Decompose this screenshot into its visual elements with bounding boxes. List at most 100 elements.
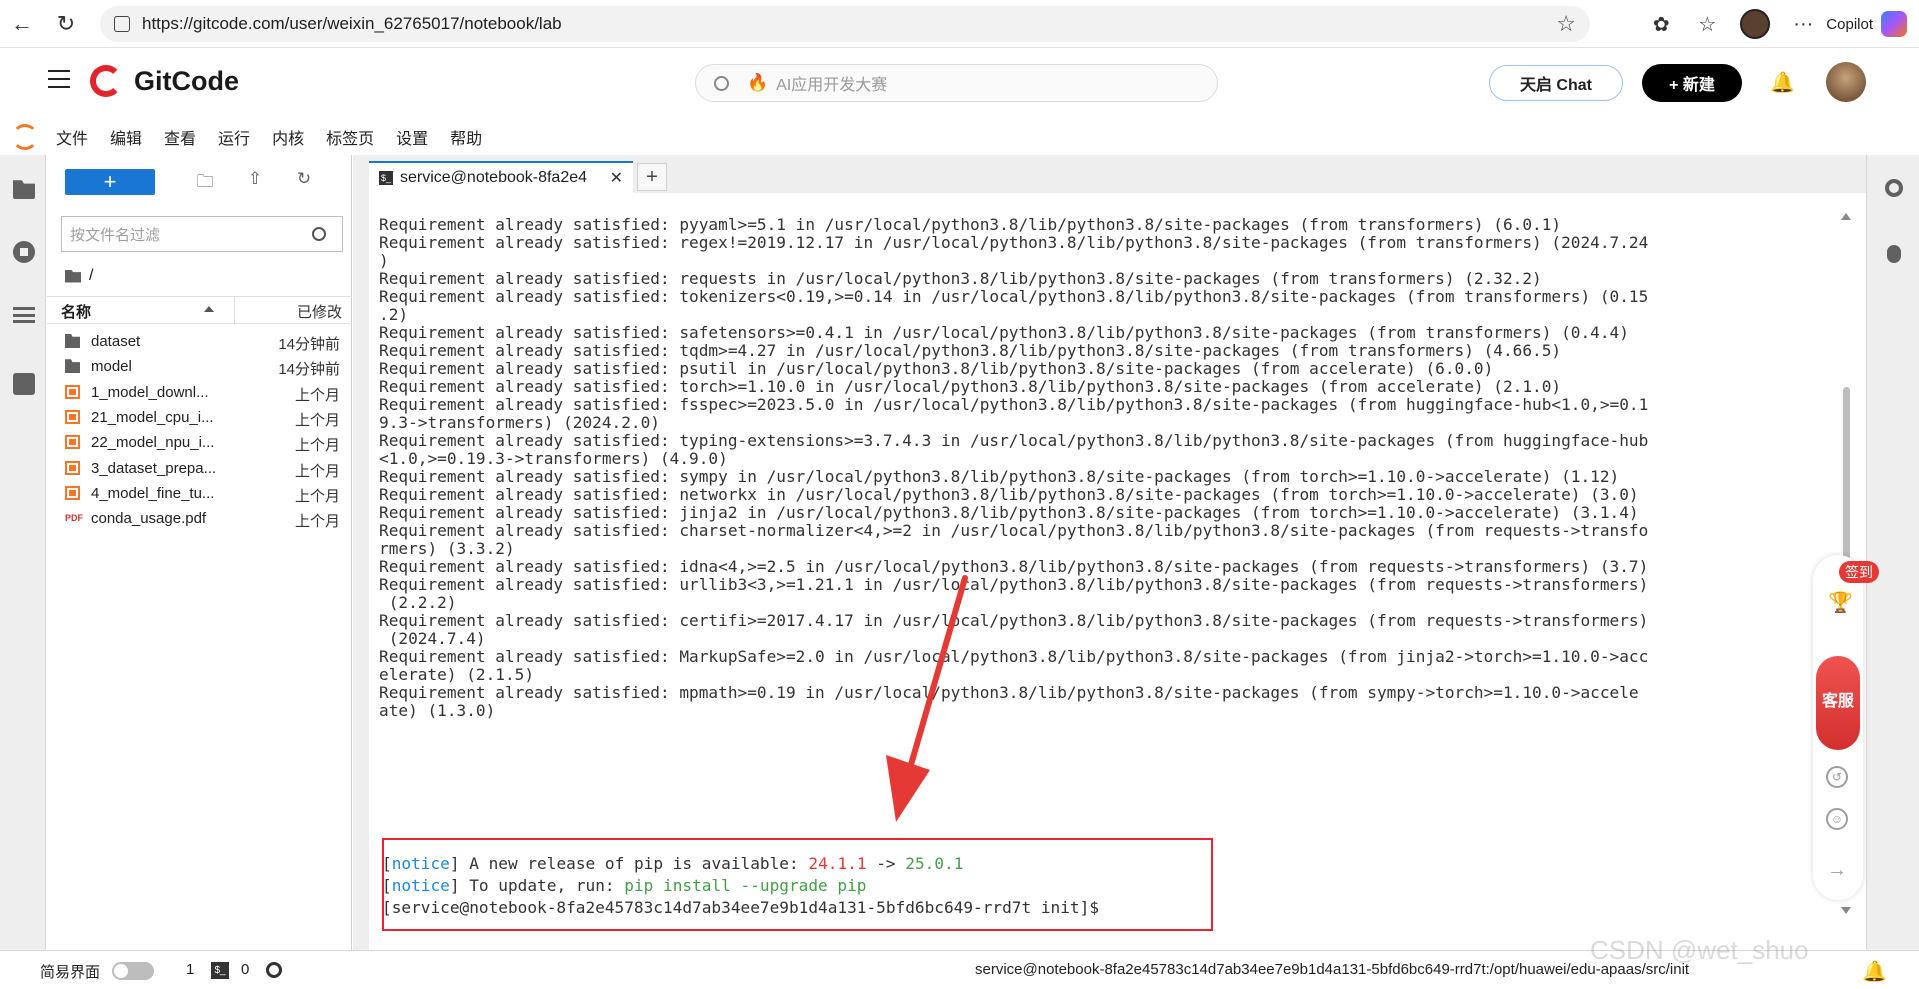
notification-bell-icon[interactable]: 🔔 (1770, 70, 1795, 95)
search-placeholder: AI应用开发大赛 (776, 77, 888, 94)
tianqi-chat-label: 天启 Chat (1519, 77, 1592, 94)
terminal-line: Requirement already satisfied: jinja2 in… (379, 503, 1639, 522)
feedback-smile-icon[interactable]: ☺ (1826, 808, 1848, 830)
menu-run[interactable]: 运行 (218, 125, 250, 149)
terminal-line: Requirement already satisfied: regex!=20… (379, 233, 1649, 252)
user-avatar[interactable] (1826, 62, 1866, 102)
menu-edit[interactable]: 编辑 (110, 125, 142, 149)
extensions-icon[interactable]: ✿ (1638, 12, 1684, 37)
new-launcher-button[interactable]: + (65, 169, 155, 195)
new-button[interactable]: + 新建 (1642, 64, 1742, 102)
column-modified[interactable]: 已修改 (297, 301, 342, 322)
add-tab-button[interactable]: + (637, 163, 667, 191)
arrow-shaft (905, 575, 968, 778)
gitcode-logo-icon[interactable] (90, 65, 122, 97)
folder-icon (65, 269, 81, 283)
refresh-icon[interactable]: ↻ (44, 2, 88, 46)
address-bar[interactable]: https://gitcode.com/user/weixin_62765017… (100, 6, 1590, 42)
breadcrumb[interactable]: / (65, 267, 93, 285)
terminal-line: Requirement already satisfied: typing-ex… (379, 431, 1649, 450)
terminal-line: Requirement already satisfied: requests … (379, 269, 1542, 288)
simple-mode-toggle[interactable] (112, 962, 154, 980)
terminal-line: Requirement already satisfied: tokenizer… (379, 287, 1649, 306)
right-sidebar-tabs (1866, 155, 1919, 950)
file-name: 22_model_npu_i... (91, 434, 215, 452)
copilot-icon[interactable] (1881, 11, 1907, 37)
column-name[interactable]: 名称 (61, 301, 91, 322)
sign-in-badge[interactable]: 签到 (1839, 561, 1879, 583)
close-tab-icon[interactable]: ✕ (610, 168, 623, 188)
tab-title: service@notebook-8fa2e4 (400, 169, 588, 186)
customer-service-button[interactable]: 客服 (1816, 656, 1860, 750)
search-icon (312, 227, 326, 241)
site-logo-text[interactable]: GitCode (134, 66, 239, 97)
menu-view[interactable]: 查看 (164, 125, 196, 149)
terminal-line: Requirement already satisfied: fsspec>=2… (379, 395, 1649, 414)
extensions-puzzle-icon[interactable] (13, 373, 35, 395)
column-divider[interactable] (234, 297, 235, 325)
upload-icon[interactable]: ⇧ (245, 169, 265, 189)
terminal-line: Requirement already satisfied: charset-n… (379, 521, 1649, 540)
profile-avatar[interactable] (1740, 9, 1771, 39)
file-browser-folder-icon[interactable] (13, 180, 35, 199)
breadcrumb-root[interactable]: / (89, 267, 93, 285)
arrow-head (886, 755, 930, 822)
pdf-icon: PDF (65, 513, 83, 524)
terminal-line: Requirement already satisfied: pyyaml>=5… (379, 215, 1562, 234)
file-name: 3_dataset_prepa... (91, 459, 217, 477)
fire-icon: 🔥 (747, 73, 769, 92)
favorite-star-icon[interactable]: ☆ (1556, 11, 1576, 37)
tianqi-chat-button[interactable]: 天启 Chat (1489, 65, 1623, 101)
notice-line-1: [notice] A new release of pip is availab… (382, 854, 964, 873)
property-inspector-gear-icon[interactable] (1885, 179, 1903, 197)
shell-prompt: [service@notebook-8fa2e45783c14d7ab34ee7… (382, 898, 1100, 917)
menu-hamburger-icon[interactable] (48, 70, 70, 88)
scroll-up-icon[interactable] (1841, 213, 1851, 220)
notice-line-2: [notice] To update, run: pip install --u… (382, 876, 867, 895)
terminal-status-icon[interactable]: $_ (211, 962, 229, 979)
table-of-contents-icon[interactable] (13, 307, 35, 323)
sort-ascending-icon[interactable] (204, 306, 214, 312)
terminal-line: Requirement already satisfied: torch>=1.… (379, 377, 1562, 396)
file-filter-input[interactable]: 按文件名过滤 (61, 216, 343, 252)
annotation-arrow (886, 575, 968, 822)
copilot-label[interactable]: Copilot (1826, 16, 1873, 33)
file-modified: 上个月 (294, 386, 340, 404)
kernel-status-gear-icon[interactable] (266, 962, 282, 978)
terminal-line: Requirement already satisfied: MarkupSaf… (379, 647, 1649, 666)
customer-service-label: 客服 (1821, 693, 1854, 710)
back-icon[interactable]: ← (0, 2, 44, 46)
collapse-arrow-icon[interactable]: → (1826, 860, 1848, 883)
running-kernels-icon[interactable] (13, 241, 35, 263)
tab-terminal[interactable]: $_ service@notebook-8fa2e4 ✕ (369, 161, 633, 193)
favorites-icon[interactable]: ☆ (1684, 12, 1730, 37)
scroll-down-icon[interactable] (1841, 907, 1851, 914)
notifications-bell-icon[interactable]: 🔔 (1862, 959, 1887, 984)
back-to-top-icon[interactable]: ↺ (1826, 766, 1848, 788)
new-folder-icon[interactable]: 🗀 (195, 169, 215, 191)
terminal-line: ) (379, 251, 389, 270)
menu-kernel[interactable]: 内核 (272, 125, 304, 149)
site-info-icon[interactable] (114, 16, 130, 32)
debugger-bug-icon[interactable] (1887, 245, 1901, 263)
site-header: GitCode 🔥 AI应用开发大赛 天启 Chat + 新建 🔔 (0, 48, 1919, 118)
more-icon[interactable]: ··· (1780, 13, 1826, 36)
terminal-line: 9.3->transformers) (2024.2.0) (379, 413, 660, 432)
menu-settings[interactable]: 设置 (396, 125, 428, 149)
file-list-header: 名称 已修改 (47, 296, 352, 325)
file-browser-toolbar: + 🗀 ⇧ ↻ (47, 155, 352, 200)
trophy-icon[interactable]: 🏆 (1828, 590, 1853, 614)
file-list-item[interactable]: PDF conda_usage.pdf 上个月 (47, 504, 352, 534)
menu-tabs[interactable]: 标签页 (326, 125, 374, 149)
terminal-line: Requirement already satisfied: mpmath>=0… (379, 683, 1639, 702)
file-modified: 上个月 (294, 411, 340, 429)
site-search-input[interactable]: 🔥 AI应用开发大赛 (695, 64, 1218, 102)
menu-file[interactable]: 文件 (56, 125, 88, 149)
terminal-output: Requirement already satisfied: pyyaml>=5… (379, 216, 1829, 720)
terminal-icon: $_ (379, 171, 393, 185)
menu-help[interactable]: 帮助 (450, 125, 482, 149)
folder-icon (65, 334, 80, 348)
file-modified: 上个月 (294, 487, 340, 505)
refresh-files-icon[interactable]: ↻ (294, 169, 314, 189)
terminal-line: elerate) (2.1.5) (379, 665, 535, 684)
